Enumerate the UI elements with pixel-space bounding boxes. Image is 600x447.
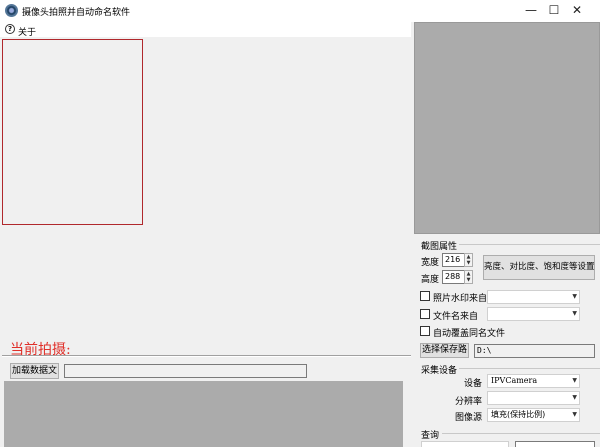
window-title: 摄像头拍照并自动命名软件 xyxy=(22,8,131,18)
chevron-down-icon[interactable]: ▼ xyxy=(572,392,577,404)
group-divider xyxy=(459,244,600,245)
chevron-down-icon[interactable]: ▼ xyxy=(572,409,577,421)
height-label: 高度 xyxy=(421,275,440,285)
save-path-field[interactable]: D:\ xyxy=(474,344,595,358)
data-file-path-field[interactable] xyxy=(64,364,307,378)
query-field-select[interactable] xyxy=(421,441,509,447)
divider xyxy=(2,355,411,357)
image-source-value: 填充(保持比例) xyxy=(491,410,546,419)
image-source-label: 图像源 xyxy=(455,413,483,423)
choose-save-path-button[interactable]: 选择保存路 xyxy=(420,343,469,358)
close-button[interactable]: ✕ xyxy=(554,0,600,22)
camera-live-view xyxy=(414,22,600,234)
group-divider xyxy=(442,433,600,434)
height-stepper[interactable]: ▲ ▼ xyxy=(464,270,473,284)
stepper-down-icon[interactable]: ▼ xyxy=(465,260,472,266)
load-data-file-button[interactable]: 加载数据文 xyxy=(10,363,59,379)
width-stepper[interactable]: ▲ ▼ xyxy=(464,253,473,267)
data-list-area[interactable] xyxy=(4,381,403,447)
width-label: 宽度 xyxy=(421,258,440,268)
photo-preview-frame xyxy=(2,39,143,225)
crop-properties-title: 截图属性 xyxy=(421,242,458,252)
query-title: 查询 xyxy=(421,431,440,441)
watermark-source-select[interactable]: ▼ xyxy=(487,290,580,304)
filename-source-select[interactable]: ▼ xyxy=(487,307,580,321)
query-input[interactable] xyxy=(515,441,595,447)
image-adjust-settings-button[interactable]: 亮度、对比度、饱和度等设置 xyxy=(483,255,595,280)
device-select[interactable]: IPVCamera ▼ xyxy=(487,374,580,388)
device-value: IPVCamera xyxy=(491,376,538,385)
image-source-select[interactable]: 填充(保持比例) ▼ xyxy=(487,408,580,422)
watermark-checkbox[interactable] xyxy=(420,291,430,301)
group-divider xyxy=(459,368,600,369)
help-icon[interactable]: ? xyxy=(5,24,15,34)
resolution-select[interactable]: ▼ xyxy=(487,391,580,405)
overwrite-label[interactable]: 自动覆盖同名文件 xyxy=(433,326,505,339)
overwrite-checkbox[interactable] xyxy=(420,326,430,336)
resolution-label: 分辨率 xyxy=(455,397,483,407)
filename-label[interactable]: 文件名来自 xyxy=(433,309,478,322)
stepper-down-icon[interactable]: ▼ xyxy=(465,277,472,283)
watermark-label[interactable]: 照片水印来自 xyxy=(433,291,487,304)
capture-device-title: 采集设备 xyxy=(421,366,458,376)
chevron-down-icon[interactable]: ▼ xyxy=(572,291,577,303)
camera-app-icon xyxy=(5,4,18,17)
chevron-down-icon[interactable]: ▼ xyxy=(572,375,577,387)
filename-checkbox[interactable] xyxy=(420,309,430,319)
menu-bar xyxy=(4,22,410,37)
menu-item-about[interactable]: 关于 xyxy=(18,25,36,38)
chevron-down-icon[interactable]: ▼ xyxy=(572,308,577,320)
device-label: 设备 xyxy=(464,379,483,389)
